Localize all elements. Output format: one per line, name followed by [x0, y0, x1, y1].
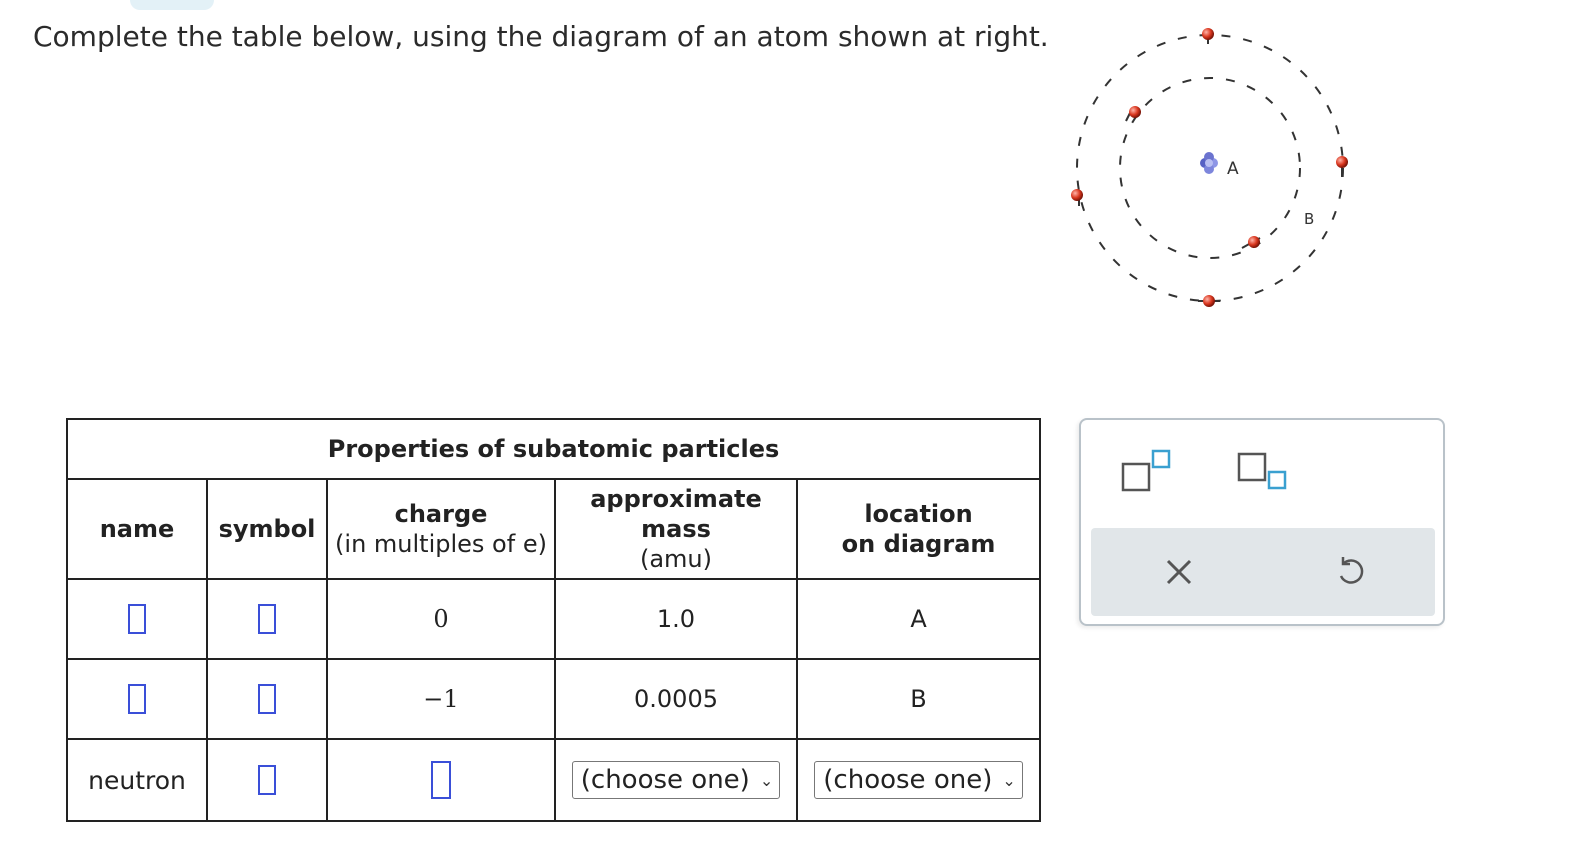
charge-cell: 0: [326, 578, 556, 660]
symbol-cell: [206, 738, 328, 822]
header-location: location on diagram: [795, 478, 1042, 580]
location-cell: A: [795, 578, 1042, 660]
header-symbol: symbol: [206, 478, 328, 580]
table-row: neutron (choose one) ⌄ (choose one) ⌄: [66, 738, 1042, 822]
nucleus-icon: [1200, 152, 1218, 174]
mass-select[interactable]: (choose one) ⌄: [571, 761, 781, 799]
table-caption: Properties of subatomic particles: [65, 418, 1042, 480]
answer-tool-panel: [1079, 418, 1445, 626]
chevron-down-icon: ⌄: [1002, 770, 1016, 790]
header-name: name: [66, 478, 208, 580]
top-tab: [130, 0, 214, 10]
name-cell: neutron: [66, 738, 208, 822]
symbol-input[interactable]: [258, 684, 276, 714]
location-cell: (choose one) ⌄: [795, 738, 1042, 822]
name-input[interactable]: [128, 604, 146, 634]
charge-cell: [326, 738, 556, 822]
electron-label: B: [1304, 210, 1314, 228]
symbol-cell: [206, 658, 328, 740]
symbol-cell: [206, 578, 328, 660]
header-mass: approximate mass (amu): [554, 478, 798, 580]
location-select[interactable]: (choose one) ⌄: [814, 761, 1023, 799]
charge-input[interactable]: [431, 761, 451, 799]
instructions-text: Complete the table below, using the diag…: [33, 20, 1049, 53]
nucleus-label: A: [1227, 159, 1239, 179]
action-bar: [1091, 528, 1435, 616]
location-cell: B: [795, 658, 1042, 740]
electron-dot: [1241, 236, 1261, 249]
electron-dot: [1336, 156, 1348, 177]
mass-cell: (choose one) ⌄: [554, 738, 798, 822]
symbol-input[interactable]: [258, 604, 276, 634]
properties-table: Properties of subatomic particles name s…: [65, 418, 1042, 822]
superscript-icon[interactable]: [1121, 448, 1173, 496]
name-cell: [66, 578, 208, 660]
name-input[interactable]: [128, 684, 146, 714]
electron-dot: [1198, 295, 1220, 307]
atom-diagram: A B: [1071, 28, 1348, 307]
clear-icon[interactable]: [1159, 552, 1199, 592]
symbol-input[interactable]: [258, 765, 276, 795]
electron-dot: [1202, 28, 1214, 44]
subscript-icon[interactable]: [1237, 448, 1289, 496]
charge-cell: −1: [326, 658, 556, 740]
header-charge: charge (in multiples of e): [326, 478, 556, 580]
chevron-down-icon: ⌄: [759, 770, 774, 790]
mass-cell: 0.0005: [554, 658, 798, 740]
name-cell: [66, 658, 208, 740]
undo-icon[interactable]: [1331, 552, 1371, 592]
table-row: 0 1.0 A: [66, 578, 1042, 660]
table-row: −1 0.0005 B: [66, 658, 1042, 740]
mass-cell: 1.0: [554, 578, 798, 660]
